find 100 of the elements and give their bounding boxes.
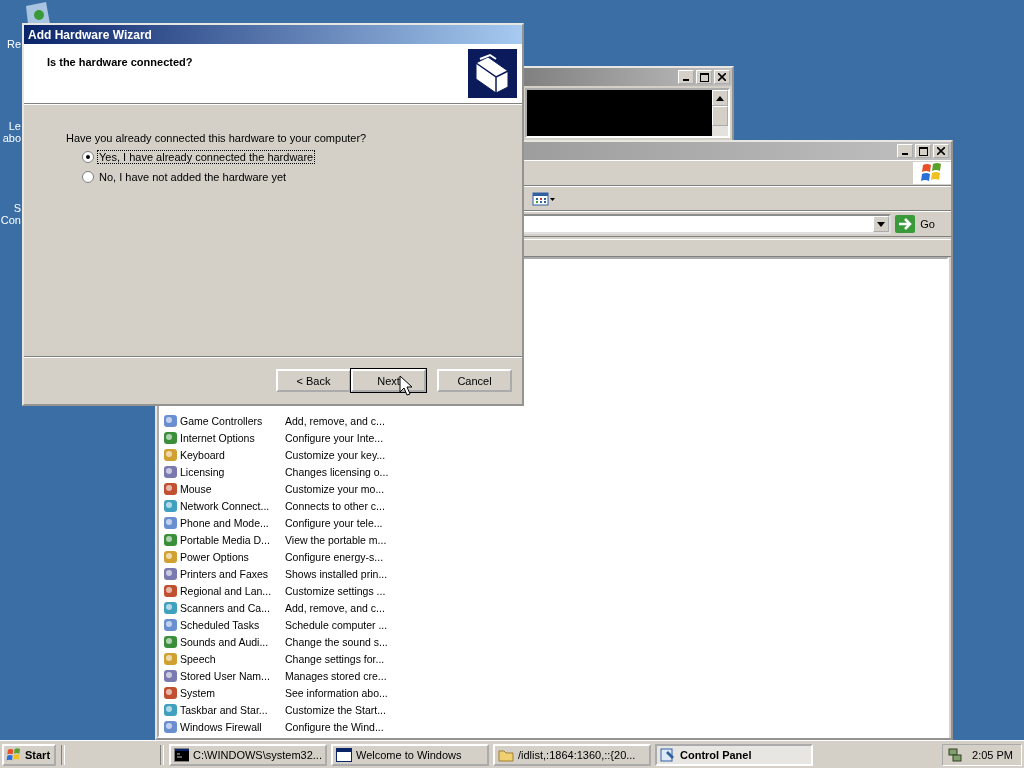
up-arrow-icon: [716, 95, 724, 101]
item-name[interactable]: Portable Media D...: [180, 533, 270, 546]
item-description: Add, remove, and c...: [285, 601, 385, 614]
item-name[interactable]: Printers and Faxes: [180, 567, 269, 580]
clock[interactable]: 2:05 PM: [972, 748, 1013, 761]
arrow-icon: [895, 215, 916, 233]
item-description: Schedule computer ...: [285, 618, 388, 631]
control-panel-icon: [660, 746, 676, 763]
item-description: Configure your tele...: [285, 516, 383, 529]
applet-icon: [163, 633, 179, 650]
windows-logo-icon: [6, 747, 22, 762]
item-description: Manages stored cre...: [285, 669, 387, 682]
item-description: Customize your mo...: [285, 482, 385, 495]
applet-icon: [163, 718, 179, 735]
item-name[interactable]: Stored User Nam...: [180, 669, 270, 682]
item-description: Changes licensing o...: [285, 465, 389, 478]
applet-icon: [163, 480, 179, 497]
radio-option[interactable]: Yes, I have already connected the hardware: [82, 149, 522, 165]
start-button[interactable]: Start: [2, 743, 56, 766]
close-icon: [718, 73, 726, 81]
taskbar-button[interactable]: Control Panel: [655, 743, 813, 766]
desktop-icon-label[interactable]: Le: [8, 120, 21, 132]
scrollbar[interactable]: [712, 90, 728, 136]
item-name[interactable]: Scanners and Ca...: [180, 601, 270, 614]
close-icon: [937, 147, 945, 155]
item-description: Configure your Inte...: [285, 431, 384, 444]
maximize-icon: [918, 146, 928, 156]
applet-icon: [163, 412, 179, 429]
window-title: Add Hardware Wizard: [27, 27, 152, 42]
item-name[interactable]: Keyboard: [180, 448, 225, 461]
console-title-bar[interactable]: [523, 68, 732, 86]
wizard-heading: Is the hardware connected?: [47, 56, 193, 70]
applet-icon: [163, 599, 179, 616]
maximize-button[interactable]: [696, 70, 712, 84]
applet-icon: [163, 650, 179, 667]
item-name[interactable]: System: [180, 686, 215, 699]
item-description: Add, remove, and c...: [285, 414, 385, 427]
folder-icon: [498, 747, 514, 762]
back-button[interactable]: < Back: [276, 369, 351, 392]
item-description: See information abo...: [285, 686, 388, 699]
item-description: Customize your key...: [285, 448, 386, 461]
close-button[interactable]: [714, 70, 730, 84]
minimize-button[interactable]: [678, 70, 694, 84]
applet-icon: [163, 548, 179, 565]
applet-icon: [163, 531, 179, 548]
item-name[interactable]: Regional and Lan...: [180, 584, 272, 597]
radio-option[interactable]: No, I have not added the hardware yet: [82, 169, 522, 185]
console-icon: [174, 747, 190, 762]
item-name[interactable]: Internet Options: [180, 431, 255, 444]
item-description: Shows installed prin...: [285, 567, 388, 580]
desktop-icon-label[interactable]: S: [13, 202, 21, 214]
applet-icon: [163, 701, 179, 718]
item-name[interactable]: Network Connect...: [180, 499, 270, 512]
applet-icon: [163, 463, 179, 480]
go-button[interactable]: Go: [895, 214, 945, 234]
applet-icon: [163, 497, 179, 514]
item-name[interactable]: Taskbar and Star...: [180, 703, 268, 716]
network-icon[interactable]: [947, 746, 963, 763]
hardware-icon: [468, 49, 517, 98]
mouse-pointer-icon: [399, 375, 412, 396]
views-icon[interactable]: [532, 190, 556, 207]
item-description: View the portable m...: [285, 533, 387, 546]
item-name[interactable]: Phone and Mode...: [180, 516, 269, 529]
item-name[interactable]: Mouse: [180, 482, 212, 495]
window-icon: [336, 747, 352, 762]
desktop-icon-label[interactable]: Re: [6, 38, 21, 50]
taskbar-button[interactable]: /idlist,:1864:1360,::{20...: [493, 743, 651, 766]
item-name[interactable]: Power Options: [180, 550, 249, 563]
taskbar-button[interactable]: C:\WINDOWS\system32...: [169, 743, 327, 766]
dropdown-arrow-icon[interactable]: [877, 221, 886, 227]
item-description: Configure energy-s...: [285, 550, 384, 563]
item-name[interactable]: Game Controllers: [180, 414, 263, 427]
desktop-icon-label[interactable]: Con: [0, 214, 21, 226]
desktop-icon-label[interactable]: abo: [2, 132, 21, 144]
applet-icon: [163, 684, 179, 701]
taskbar-button[interactable]: Welcome to Windows: [331, 743, 489, 766]
item-description: Connects to other c...: [285, 499, 385, 512]
item-name[interactable]: Windows Firewall: [180, 720, 262, 733]
item-description: Configure the Wind...: [285, 720, 384, 733]
question-text: Have you already connected this hardware to your computer?: [66, 132, 368, 144]
maximize-button[interactable]: [915, 144, 931, 158]
next-button[interactable]: Next: [351, 369, 426, 392]
item-name[interactable]: Licensing: [180, 465, 225, 478]
item-description: Change the sound s...: [285, 635, 388, 648]
cancel-button[interactable]: Cancel: [437, 369, 512, 392]
applet-icon: [163, 429, 179, 446]
applet-icon: [163, 446, 179, 463]
maximize-icon: [699, 72, 709, 82]
recycle-bin-icon[interactable]: [24, 2, 52, 24]
item-name[interactable]: Scheduled Tasks: [180, 618, 260, 631]
item-name[interactable]: Speech: [180, 652, 216, 665]
item-name[interactable]: Sounds and Audi...: [180, 635, 269, 648]
item-description: Change settings for...: [285, 652, 385, 665]
minimize-button[interactable]: [897, 144, 913, 158]
item-description: Customize settings ...: [285, 584, 386, 597]
applet-icon: [163, 582, 179, 599]
applet-icon: [163, 514, 179, 531]
applet-icon: [163, 667, 179, 684]
close-button[interactable]: [933, 144, 949, 158]
applet-icon: [163, 616, 179, 633]
